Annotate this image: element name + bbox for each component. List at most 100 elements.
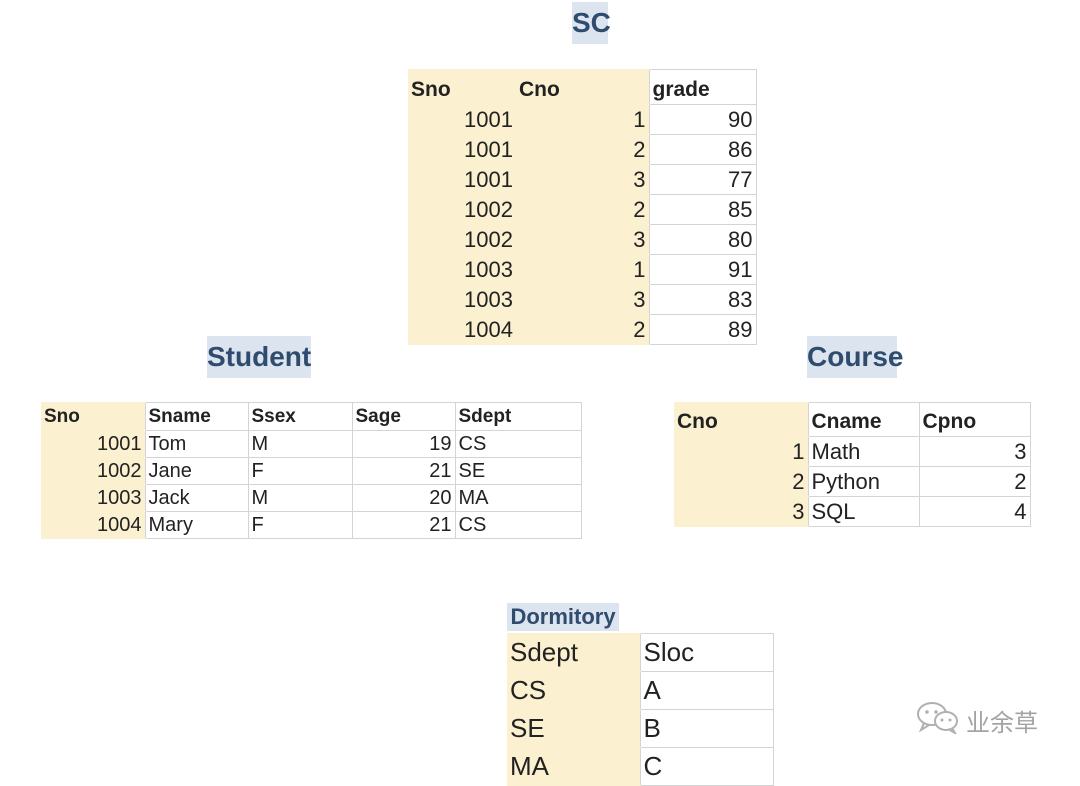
- cell-grade: 80: [648, 224, 757, 255]
- cell-sdept: CS: [454, 430, 582, 458]
- cell-grade: 91: [648, 254, 757, 285]
- cell-cno: 2: [516, 134, 649, 165]
- table-row: 1002 Jane F 21 SE: [41, 457, 582, 485]
- cell-grade: 86: [648, 134, 757, 165]
- column-header-grade: grade: [648, 69, 757, 105]
- cell-sno: 1001: [41, 430, 145, 458]
- cell-ssex: F: [247, 511, 353, 539]
- table-header-row: Sno Cno grade: [408, 69, 757, 105]
- cell-cno: 1: [516, 254, 649, 285]
- cell-grade: 90: [648, 104, 757, 135]
- cell-cno: 1: [674, 436, 808, 467]
- column-header-cno: Cno: [674, 402, 808, 437]
- cell-sdept: MA: [454, 484, 582, 512]
- cell-sage: 21: [351, 457, 456, 485]
- cell-sage: 21: [351, 511, 456, 539]
- table-row: 1 Math 3: [674, 436, 1031, 467]
- table-row: 1001 1 90: [408, 104, 757, 135]
- cell-cno: 3: [674, 496, 808, 527]
- cell-grade: 89: [648, 314, 757, 345]
- cell-cno: 1: [516, 104, 649, 135]
- cell-ssex: F: [247, 457, 353, 485]
- cell-sdept: CS: [454, 511, 582, 539]
- table-row: SE B: [507, 709, 774, 748]
- student-table: Sno Sname Ssex Sage Sdept 1001 Tom M 19 …: [41, 402, 582, 539]
- cell-sage: 19: [351, 430, 456, 458]
- wechat-icon: [916, 700, 960, 741]
- column-header-cname: Cname: [807, 402, 920, 437]
- table-row: 3 SQL 4: [674, 496, 1031, 527]
- cell-sage: 20: [351, 484, 456, 512]
- cell-cname: Math: [807, 436, 920, 467]
- cell-cno: 3: [516, 224, 649, 255]
- student-table-title: Student: [207, 336, 311, 378]
- column-header-sage: Sage: [351, 402, 456, 431]
- cell-sno: 1002: [41, 457, 145, 485]
- table-header-row: Sdept Sloc: [507, 633, 774, 672]
- course-table: Cno Cname Cpno 1 Math 3 2 Python 2 3 SQL…: [674, 402, 1031, 527]
- cell-sno: 1001: [408, 134, 516, 165]
- table-row: MA C: [507, 747, 774, 786]
- table-row: 1003 Jack M 20 MA: [41, 484, 582, 512]
- cell-sdept: SE: [507, 709, 640, 748]
- dormitory-table: Sdept Sloc CS A SE B MA C: [507, 633, 774, 786]
- cell-cno: 3: [516, 164, 649, 195]
- table-row: 1003 3 83: [408, 284, 757, 315]
- cell-sno: 1001: [408, 164, 516, 195]
- cell-sname: Jane: [144, 457, 249, 485]
- dormitory-table-title: Dormitory: [507, 603, 619, 631]
- table-header-row: Cno Cname Cpno: [674, 402, 1031, 437]
- column-header-sname: Sname: [144, 402, 249, 431]
- sc-table: Sno Cno grade 1001 1 90 1001 2 86 1001 3…: [408, 69, 757, 345]
- cell-sno: 1003: [408, 284, 516, 315]
- column-header-ssex: Ssex: [247, 402, 353, 431]
- table-row: 1001 2 86: [408, 134, 757, 165]
- table-row: 1004 Mary F 21 CS: [41, 511, 582, 539]
- watermark-text: 业余草: [966, 709, 1038, 737]
- cell-cpno: 2: [918, 466, 1031, 497]
- cell-grade: 77: [648, 164, 757, 195]
- table-row: 1004 2 89: [408, 314, 757, 345]
- cell-sdept: MA: [507, 747, 640, 786]
- table-header-row: Sno Sname Ssex Sage Sdept: [41, 402, 582, 431]
- cell-sloc: A: [639, 671, 774, 710]
- cell-sloc: B: [639, 709, 774, 748]
- table-row: 1001 3 77: [408, 164, 757, 195]
- watermark: 业余草: [916, 700, 1038, 740]
- cell-sno: 1003: [41, 484, 145, 512]
- cell-cpno: 4: [918, 496, 1031, 527]
- cell-grade: 83: [648, 284, 757, 315]
- cell-grade: 85: [648, 194, 757, 225]
- cell-sname: Mary: [144, 511, 249, 539]
- cell-sno: 1003: [408, 254, 516, 285]
- cell-cno: 2: [674, 466, 808, 497]
- column-header-cno: Cno: [516, 69, 649, 105]
- course-table-title: Course: [807, 336, 903, 378]
- cell-sdept: SE: [454, 457, 582, 485]
- cell-sno: 1004: [408, 314, 516, 345]
- column-header-sno: Sno: [408, 69, 516, 105]
- sc-table-title: SC: [572, 2, 611, 44]
- column-header-sdept: Sdept: [507, 633, 640, 672]
- cell-sno: 1001: [408, 104, 516, 135]
- cell-cno: 2: [516, 194, 649, 225]
- cell-ssex: M: [247, 430, 353, 458]
- cell-ssex: M: [247, 484, 353, 512]
- column-header-cpno: Cpno: [918, 402, 1031, 437]
- table-row: 1001 Tom M 19 CS: [41, 430, 582, 458]
- cell-sloc: C: [639, 747, 774, 786]
- cell-sno: 1002: [408, 224, 516, 255]
- cell-cname: Python: [807, 466, 920, 497]
- cell-cno: 2: [516, 314, 649, 345]
- cell-cno: 3: [516, 284, 649, 315]
- table-row: 1002 3 80: [408, 224, 757, 255]
- cell-cpno: 3: [918, 436, 1031, 467]
- table-row: CS A: [507, 671, 774, 710]
- cell-sdept: CS: [507, 671, 640, 710]
- cell-sno: 1002: [408, 194, 516, 225]
- table-row: 1002 2 85: [408, 194, 757, 225]
- cell-sname: Jack: [144, 484, 249, 512]
- column-header-sloc: Sloc: [639, 633, 774, 672]
- column-header-sno: Sno: [41, 402, 145, 431]
- cell-sno: 1004: [41, 511, 145, 539]
